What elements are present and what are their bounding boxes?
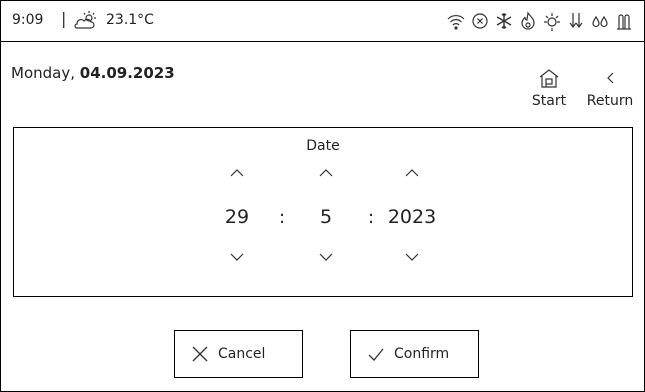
colon-separator: :: [279, 207, 286, 228]
sensor-icon: [617, 14, 631, 30]
weekday-label: Monday,: [11, 64, 80, 82]
status-bar: 9:09 | 23.1°C: [1, 1, 644, 42]
sun-cloud-icon: [74, 11, 96, 29]
separator: |: [61, 9, 67, 28]
temperature: 23.1°C: [106, 12, 154, 28]
chevron-up-icon: [319, 169, 333, 177]
chevron-down-icon: [319, 253, 333, 261]
return-button[interactable]: Return: [583, 67, 637, 109]
current-date: Monday, 04.09.2023: [11, 64, 175, 82]
date-value: 04.09.2023: [79, 64, 175, 82]
home-icon: [539, 69, 559, 88]
chevron-down-icon: [230, 253, 244, 261]
year-decrement-button[interactable]: [382, 252, 442, 272]
screen: 9:09 | 23.1°C Monday, 04.09.2023 Start R…: [0, 0, 645, 392]
snowflake-icon: [496, 13, 512, 29]
chevron-up-icon: [230, 169, 244, 177]
return-label: Return: [586, 93, 634, 109]
defrost-icon: [544, 13, 560, 31]
chevron-down-icon: [405, 253, 419, 261]
year-increment-button[interactable]: [382, 168, 442, 188]
drops-icon: [592, 15, 608, 28]
chevron-up-icon: [405, 169, 419, 177]
cancel-label: Cancel: [218, 346, 266, 362]
confirm-button[interactable]: Confirm: [350, 330, 479, 378]
close-icon: [192, 346, 208, 362]
day-decrement-button[interactable]: [207, 252, 267, 272]
panel-title: Date: [306, 138, 340, 154]
year-value: 2023: [387, 206, 437, 228]
start-button[interactable]: Start: [529, 67, 569, 109]
status-icons: [446, 10, 634, 34]
month-value: 5: [319, 206, 333, 228]
month-decrement-button[interactable]: [296, 252, 356, 272]
month-increment-button[interactable]: [296, 168, 356, 188]
start-label: Start: [531, 93, 567, 109]
day-increment-button[interactable]: [207, 168, 267, 188]
clock: 9:09: [12, 12, 44, 28]
day-value: 29: [224, 206, 250, 228]
chevron-left-icon: [607, 72, 614, 84]
wifi-icon: [447, 15, 465, 30]
confirm-label: Confirm: [394, 346, 450, 362]
check-icon: [368, 348, 384, 361]
date-panel: Date 29 : 5 : 2023: [13, 127, 633, 297]
error-circle-icon: [472, 13, 488, 29]
arrows-down-icon: [569, 13, 583, 28]
flame-icon: [521, 11, 535, 30]
colon-separator: :: [368, 207, 375, 228]
cancel-button[interactable]: Cancel: [174, 330, 303, 378]
